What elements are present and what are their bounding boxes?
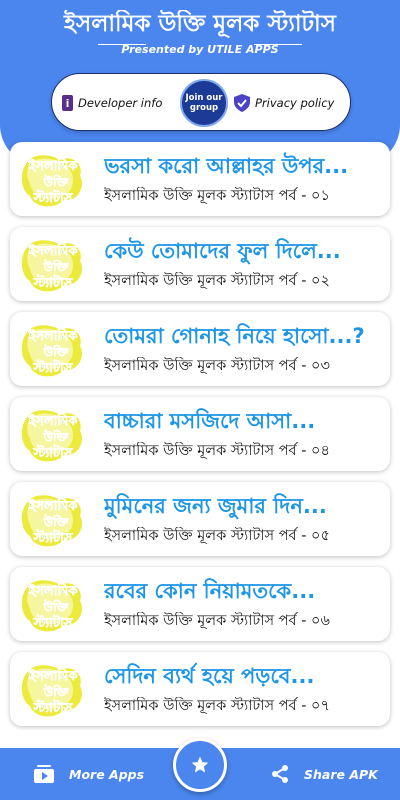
status-title: বাচ্চারা মসজিদে আসা... — [104, 409, 316, 433]
info-icon: i — [62, 95, 73, 111]
join-group-label: Join our group — [185, 93, 223, 113]
svg-text:স্ট্যাটাস: স্ট্যাটাস — [33, 614, 74, 631]
svg-text:উক্তি: উক্তি — [43, 174, 70, 189]
shield-check-icon — [234, 94, 250, 112]
svg-text:স্ট্যাটাস: স্ট্যাটাস — [33, 359, 74, 376]
status-title: মুমিনের জন্য জুমার দিন... — [104, 494, 327, 518]
thumbnail-image: ইসলামিক উক্তি স্ট্যাটাস — [20, 405, 86, 465]
privacy-policy-button[interactable]: Privacy policy — [234, 74, 334, 132]
presented-by: Presented by UTILE APPS — [121, 43, 279, 56]
status-subtitle: ইসলামিক উক্তি মূলক স্ট্যাটাস পর্ব - ০৪ — [104, 443, 330, 459]
favorites-fab-button[interactable] — [173, 738, 227, 792]
thumbnail-image: ইসলামিক উক্তি স্ট্যাটাস — [20, 660, 86, 720]
status-title: তোমরা গোনাহ নিয়ে হাসো...? — [104, 324, 365, 348]
status-title: ভরসা করো আল্লাহর উপর... — [104, 154, 349, 178]
svg-text:স্ট্যাটাস: স্ট্যাটাস — [33, 444, 74, 461]
app-title: ইসলামিক উক্তি মূলক স্ট্যাটাস — [64, 11, 336, 37]
status-subtitle: ইসলামিক উক্তি মূলক স্ট্যাটাস পর্ব - ০২ — [104, 273, 330, 289]
svg-text:স্ট্যাটাস: স্ট্যাটাস — [33, 699, 74, 716]
svg-text:ইসলামিক: ইসলামিক — [28, 667, 79, 684]
status-title: কেউ তোমাদের ফুল দিলে... — [104, 239, 341, 263]
star-icon — [191, 756, 209, 773]
svg-text:ইসলামিক: ইসলামিক — [28, 497, 79, 514]
status-title: রবের কোন নিয়ামতকে... — [104, 579, 316, 603]
status-subtitle: ইসলামিক উক্তি মূলক স্ট্যাটাস পর্ব - ০৩ — [104, 358, 330, 374]
svg-text:উক্তি: উক্তি — [43, 599, 70, 614]
status-list-item[interactable]: ইসলামিক উক্তি স্ট্যাটাস ভরসা করো আল্লাহর উপ… — [10, 142, 390, 216]
thumbnail-image: ইসলামিক উক্তি স্ট্যাটাস — [20, 575, 86, 635]
status-list-item[interactable]: ইসলামিক উক্তি স্ট্যাটাস কেউ তোমাদের ফুল দিল… — [10, 227, 390, 301]
more-apps-button[interactable]: More Apps — [33, 748, 144, 800]
svg-text:ইসলামিক: ইসলামিক — [28, 157, 79, 174]
status-subtitle: ইসলামিক উক্তি মূলক স্ট্যাটাস পর্ব - ০১ — [104, 188, 330, 204]
status-list-item[interactable]: ইসলামিক উক্তি স্ট্যাটাস রবের কোন নিয়ামতকে.… — [10, 567, 390, 641]
svg-text:ইসলামিক: ইসলামিক — [28, 582, 79, 599]
status-list-item[interactable]: ইসলামিক উক্তি স্ট্যাটাস বাচ্চারা মসজিদে আসা… — [10, 397, 390, 471]
svg-text:ইসলামিক: ইসলামিক — [28, 327, 79, 344]
header-action-bar: i Developer info Join our group Privacy … — [51, 73, 351, 131]
svg-text:উক্তি: উক্তি — [43, 514, 70, 529]
svg-text:ইসলামিক: ইসলামিক — [28, 412, 79, 429]
privacy-policy-label: Privacy policy — [255, 96, 335, 110]
share-icon — [272, 765, 288, 783]
status-subtitle: ইসলামিক উক্তি মূলক স্ট্যাটাস পর্ব - ০৬ — [104, 613, 330, 629]
svg-text:স্ট্যাটাস: স্ট্যাটাস — [33, 529, 74, 546]
status-list-item[interactable]: ইসলামিক উক্তি স্ট্যাটাস মুমিনের জন্য জুমার … — [10, 482, 390, 556]
thumbnail-image: ইসলামিক উক্তি স্ট্যাটাস — [20, 490, 86, 550]
share-apk-label: Share APK — [304, 766, 378, 782]
join-group-button[interactable]: Join our group — [180, 79, 228, 127]
svg-text:উক্তি: উক্তি — [43, 429, 70, 444]
status-title: সেদিন ব্যর্থ হয়ে পড়বে... — [104, 664, 315, 688]
svg-text:উক্তি: উক্তি — [43, 344, 70, 359]
thumbnail-image: ইসলামিক উক্তি স্ট্যাটাস — [20, 320, 86, 380]
svg-text:উক্তি: উক্তি — [43, 259, 70, 274]
svg-text:স্ট্যাটাস: স্ট্যাটাস — [33, 189, 74, 206]
status-list-item[interactable]: ইসলামিক উক্তি স্ট্যাটাস তোমরা গোনাহ নিয়ে হ… — [10, 312, 390, 386]
status-list-item[interactable]: ইসলামিক উক্তি স্ট্যাটাস সেদিন ব্যর্থ হয়ে প… — [10, 652, 390, 726]
more-apps-label: More Apps — [69, 766, 145, 782]
thumbnail-image: ইসলামিক উক্তি স্ট্যাটাস — [20, 150, 86, 210]
status-subtitle: ইসলামিক উক্তি মূলক স্ট্যাটাস পর্ব - ০৫ — [104, 528, 330, 544]
share-apk-button[interactable]: Share APK — [270, 748, 378, 800]
status-subtitle: ইসলামিক উক্তি মূলক স্ট্যাটাস পর্ব - ০৭ — [104, 698, 330, 714]
svg-text:উক্তি: উক্তি — [43, 684, 70, 699]
developer-info-button[interactable]: i Developer info — [62, 74, 162, 132]
developer-info-label: Developer info — [78, 96, 163, 110]
svg-text:স্ট্যাটাস: স্ট্যাটাস — [33, 274, 74, 291]
thumbnail-image: ইসলামিক উক্তি স্ট্যাটাস — [20, 235, 86, 295]
app-store-icon — [34, 765, 54, 783]
svg-text:ইসলামিক: ইসলামিক — [28, 242, 79, 259]
